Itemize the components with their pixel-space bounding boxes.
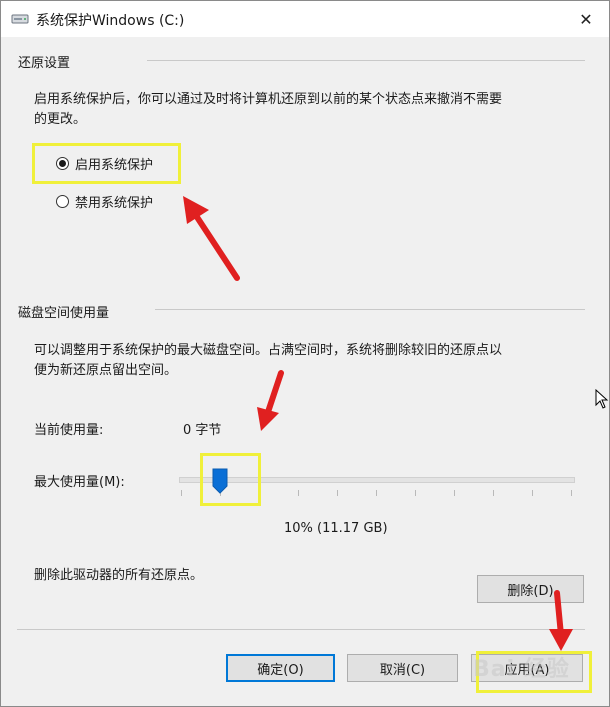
- delete-restore-points-text: 删除此驱动器的所有还原点。: [34, 568, 204, 583]
- disk-usage-label: 磁盘空间使用量: [18, 306, 110, 321]
- slider-tick: [571, 490, 572, 496]
- highlight-box-slider: [200, 453, 261, 506]
- disk-group-line: [155, 309, 585, 310]
- slider-tick: [181, 490, 182, 496]
- slider-tick: [376, 490, 377, 496]
- current-usage-label: 当前使用量:: [34, 423, 104, 438]
- red-arrow-icon: [549, 590, 573, 651]
- slider-tick: [415, 490, 416, 496]
- slider-tick: [454, 490, 455, 496]
- restore-settings-label: 还原设置: [18, 56, 71, 71]
- window-title: 系统保护Windows (C:): [36, 13, 185, 29]
- radio-checked-icon: [56, 157, 69, 170]
- disable-protection-radio[interactable]: 禁用系统保护: [56, 192, 153, 211]
- slider-tick: [493, 490, 494, 496]
- disk-description-line2: 便为新还原点留出空间。: [34, 363, 178, 378]
- close-button[interactable]: ✕: [563, 1, 609, 37]
- bottom-separator: [17, 629, 585, 630]
- disk-description-line1: 可以调整用于系统保护的最大磁盘空间。占满空间时，系统将删除较旧的还原点以: [34, 343, 503, 358]
- restore-description-line1: 启用系统保护后，你可以通过及时将计算机还原到以前的某个状态点来撤消不需要: [34, 92, 503, 107]
- cancel-button[interactable]: 取消(C): [347, 654, 458, 682]
- current-usage-value: 0 字节: [183, 423, 222, 438]
- red-arrow-icon: [257, 370, 284, 431]
- slider-tick: [337, 490, 338, 496]
- disable-protection-label: 禁用系统保护: [75, 196, 154, 211]
- max-usage-label: 最大使用量(M):: [34, 475, 125, 490]
- ok-button[interactable]: 确定(O): [226, 654, 335, 682]
- restore-group-line: [147, 60, 585, 61]
- watermark: Bai 经验: [473, 657, 570, 682]
- slider-tick: [532, 490, 533, 496]
- slider-tick: [298, 490, 299, 496]
- system-protection-dialog: 系统保护Windows (C:) ✕ 还原设置 启用系统保护后，你可以通过及时将…: [0, 0, 610, 707]
- title-bar: 系统保护Windows (C:) ✕: [1, 1, 609, 37]
- mouse-cursor-icon: [595, 389, 609, 409]
- radio-unchecked-icon: [56, 195, 69, 208]
- max-usage-value: 10% (11.17 GB): [284, 521, 388, 536]
- red-arrow-icon: [183, 196, 240, 281]
- enable-protection-radio[interactable]: 启用系统保护: [56, 154, 153, 173]
- restore-description-line2: 的更改。: [34, 112, 87, 127]
- enable-protection-label: 启用系统保护: [75, 158, 154, 173]
- close-icon: ✕: [579, 9, 593, 29]
- drive-icon: [11, 14, 29, 24]
